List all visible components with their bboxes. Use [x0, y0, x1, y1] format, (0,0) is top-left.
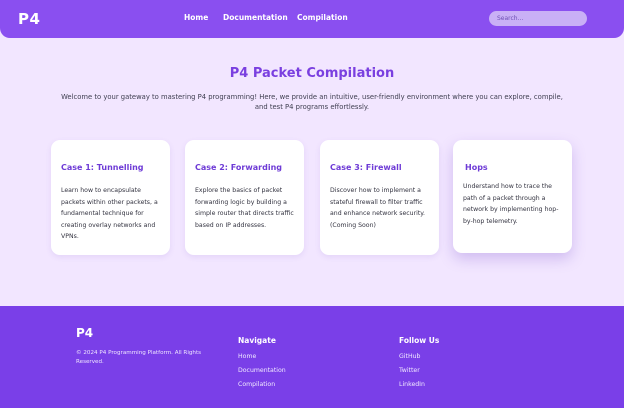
- footer-linkedin-link[interactable]: LinkedIn: [399, 381, 425, 388]
- search-input[interactable]: [489, 11, 587, 26]
- intro-text: Welcome to your gateway to mastering P4 …: [61, 93, 563, 111]
- card-description: Discover how to implement a stateful fir…: [330, 187, 426, 229]
- copyright-text: © 2024 P4 Programming Platform. All Righ…: [76, 350, 202, 365]
- nav-home-link[interactable]: Home: [184, 13, 208, 22]
- card-title: Case 2: Forwarding: [195, 163, 282, 172]
- footer-github-link[interactable]: GitHub: [399, 353, 420, 360]
- nav-compilation-link[interactable]: Compilation: [297, 13, 348, 22]
- site-footer: P4 © 2024 P4 Programming Platform. All R…: [0, 306, 624, 408]
- case-card-firewall[interactable]: Case 3: Firewall Discover how to impleme…: [320, 140, 439, 255]
- case-card-forwarding[interactable]: Case 2: Forwarding Explore the basics of…: [185, 140, 304, 255]
- footer-documentation-link[interactable]: Documentation: [238, 367, 286, 374]
- card-title: Case 1: Tunnelling: [61, 163, 144, 172]
- top-navbar: P4 Home Documentation Compilation: [0, 0, 624, 38]
- footer-follow-heading: Follow Us: [399, 336, 440, 345]
- card-description: Understand how to trace the path of a pa…: [463, 183, 559, 225]
- nav-documentation-link[interactable]: Documentation: [223, 13, 288, 22]
- footer-home-link[interactable]: Home: [238, 353, 256, 360]
- footer-logo: P4: [76, 326, 94, 340]
- card-description: Learn how to encapsulate packets within …: [61, 187, 158, 240]
- footer-twitter-link[interactable]: Twitter: [399, 367, 420, 374]
- footer-compilation-link[interactable]: Compilation: [238, 381, 275, 388]
- card-description: Explore the basics of packet forwarding …: [195, 187, 294, 229]
- page-title: P4 Packet Compilation: [229, 66, 395, 81]
- case-card-hops[interactable]: Hops Understand how to trace the path of…: [453, 140, 572, 253]
- card-title: Case 3: Firewall: [330, 163, 402, 172]
- footer-navigate-heading: Navigate: [238, 336, 276, 345]
- case-card-tunnelling[interactable]: Case 1: Tunnelling Learn how to encapsul…: [51, 140, 170, 255]
- card-title: Hops: [465, 163, 488, 172]
